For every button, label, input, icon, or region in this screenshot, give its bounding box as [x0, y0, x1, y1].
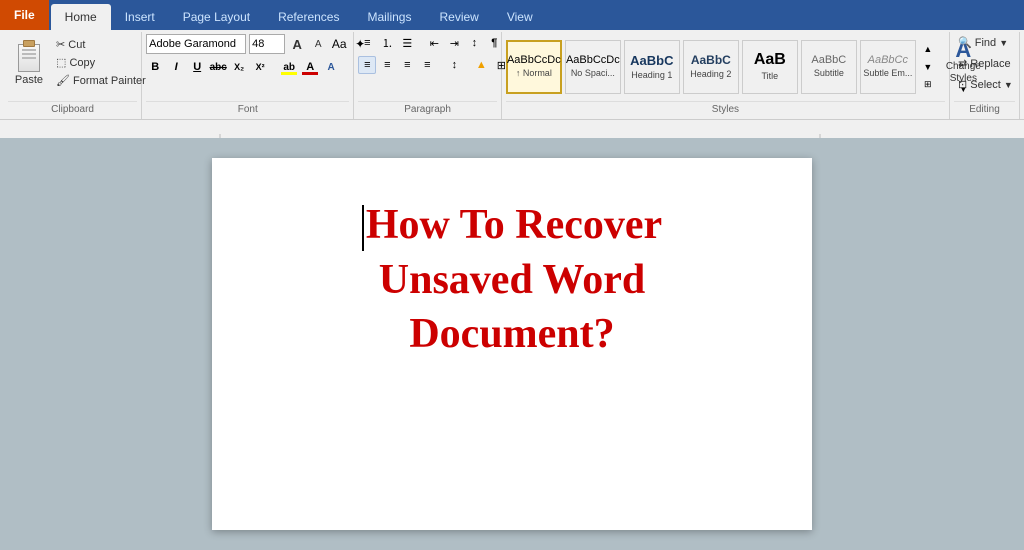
align-center-button[interactable]: ≡ — [378, 56, 396, 74]
underline-button[interactable]: U — [188, 58, 206, 76]
replace-icon: ⇄ — [958, 58, 967, 70]
font-group: A A Aa ✦ B I U abc X₂ X² ab — [142, 32, 354, 119]
style-no-spacing[interactable]: AaBbCcDc No Spaci... — [565, 40, 621, 94]
shading-button[interactable]: ▲ — [472, 56, 490, 74]
style-heading2-label: Heading 2 — [690, 69, 731, 80]
select-button[interactable]: ⊡ Select ▼ — [954, 76, 1017, 93]
styles-scroll-buttons: ▲ ▼ ⊞ — [919, 40, 937, 94]
document-page[interactable]: How To Recover Unsaved Word Document? — [212, 158, 812, 530]
style-no-spacing-label: No Spaci... — [571, 68, 615, 79]
style-subtitle-preview: AaBbC — [811, 54, 846, 66]
replace-button[interactable]: ⇄ Replace — [954, 55, 1015, 72]
change-case-button[interactable]: Aa — [330, 35, 348, 53]
style-title[interactable]: AaB Title — [742, 40, 798, 94]
ribbon: Paste ✂ Cut ⬚ Copy 🖌 Format Painter Clip… — [0, 30, 1024, 120]
subscript-button[interactable]: X₂ — [230, 58, 248, 76]
find-button[interactable]: 🔍 Find ▼ — [954, 34, 1012, 51]
tab-insert[interactable]: Insert — [111, 4, 169, 30]
multilevel-list-button[interactable]: ☰ — [398, 34, 416, 52]
text-effects-button[interactable]: A — [322, 58, 340, 76]
clipboard-group: Paste ✂ Cut ⬚ Copy 🖌 Format Painter Clip… — [4, 32, 142, 119]
styles-scroll-up-button[interactable]: ▲ — [919, 40, 937, 58]
tab-references[interactable]: References — [264, 4, 353, 30]
justify-button[interactable]: ≡ — [418, 56, 436, 74]
style-subtle-em-label: Subtle Em... — [863, 68, 912, 79]
editing-group: 🔍 Find ▼ ⇄ Replace ⊡ Select ▼ Editing — [950, 32, 1020, 119]
style-subtitle-label: Subtitle — [814, 68, 844, 79]
bullets-button[interactable]: ≡ — [358, 34, 376, 52]
tab-file[interactable]: File — [0, 0, 49, 30]
show-hide-button[interactable]: ¶ — [485, 34, 503, 52]
style-normal-label: ↑ Normal — [516, 68, 552, 79]
shrink-font-button[interactable]: A — [309, 35, 327, 53]
copy-button[interactable]: ⬚ Copy — [52, 54, 150, 71]
text-cursor — [362, 205, 364, 251]
find-icon: 🔍 — [958, 37, 972, 49]
style-subtle-em-preview: AaBbCc — [868, 54, 908, 66]
strikethrough-button[interactable]: abc — [209, 58, 227, 76]
style-heading1-label: Heading 1 — [631, 70, 672, 81]
paste-button[interactable]: Paste — [8, 34, 50, 89]
style-normal-preview: AaBbCcDc — [507, 54, 561, 66]
text-highlight-button[interactable]: ab — [280, 58, 298, 76]
decrease-indent-button[interactable]: ⇤ — [425, 34, 443, 52]
font-size-selector[interactable] — [249, 34, 285, 54]
tab-mailings[interactable]: Mailings — [353, 4, 425, 30]
styles-more-button[interactable]: ⊞ — [919, 76, 937, 94]
numbering-button[interactable]: ⒈ — [378, 34, 396, 52]
document-title: How To Recover Unsaved Word Document? — [272, 198, 752, 362]
tab-bar: File Home Insert Page Layout References … — [0, 0, 1024, 30]
line-spacing-button[interactable]: ↕ — [445, 56, 463, 74]
tab-home[interactable]: Home — [51, 4, 111, 30]
style-heading2[interactable]: AaBbC Heading 2 — [683, 40, 739, 94]
increase-indent-button[interactable]: ⇥ — [445, 34, 463, 52]
style-subtle-em[interactable]: AaBbCc Subtle Em... — [860, 40, 916, 94]
styles-gallery: AaBbCcDc ↑ Normal AaBbCcDc No Spaci... A… — [506, 40, 937, 94]
tab-view[interactable]: View — [493, 4, 547, 30]
clipboard-group-label: Clipboard — [8, 101, 137, 117]
style-heading1-preview: AaBbC — [630, 53, 673, 68]
font-color-button[interactable]: A — [301, 58, 319, 76]
style-heading1[interactable]: AaBbC Heading 1 — [624, 40, 680, 94]
cut-button[interactable]: ✂ Cut — [52, 36, 150, 53]
editing-group-label: Editing — [954, 101, 1015, 117]
styles-group-label: Styles — [506, 101, 945, 117]
style-subtitle[interactable]: AaBbC Subtitle — [801, 40, 857, 94]
style-normal[interactable]: AaBbCcDc ↑ Normal — [506, 40, 562, 94]
sort-button[interactable]: ↕ — [465, 34, 483, 52]
font-group-label: Font — [146, 101, 349, 117]
styles-group: AaBbCcDc ↑ Normal AaBbCcDc No Spaci... A… — [502, 32, 950, 119]
tab-page-layout[interactable]: Page Layout — [169, 4, 264, 30]
style-title-label: Title — [761, 71, 778, 82]
document-area: How To Recover Unsaved Word Document? — [0, 138, 1024, 550]
clipboard-small-buttons: ✂ Cut ⬚ Copy 🖌 Format Painter — [52, 34, 150, 89]
italic-button[interactable]: I — [167, 58, 185, 76]
font-name-selector[interactable] — [146, 34, 246, 54]
grow-font-button[interactable]: A — [288, 35, 306, 53]
paragraph-group-label: Paragraph — [358, 101, 496, 117]
paste-label: Paste — [15, 74, 43, 86]
paragraph-group: ≡ ⒈ ☰ ⇤ ⇥ ↕ ¶ ≡ ≡ ≡ ≡ ↕ ▲ — [354, 32, 501, 119]
align-left-button[interactable]: ≡ — [358, 56, 376, 74]
styles-scroll-down-button[interactable]: ▼ — [919, 58, 937, 76]
paste-icon — [13, 37, 45, 73]
select-icon: ⊡ — [958, 79, 967, 91]
style-no-spacing-preview: AaBbCcDc — [566, 54, 620, 66]
align-right-button[interactable]: ≡ — [398, 56, 416, 74]
superscript-button[interactable]: X² — [251, 58, 269, 76]
style-title-preview: AaB — [754, 51, 786, 69]
tab-review[interactable]: Review — [425, 4, 492, 30]
style-heading2-preview: AaBbC — [691, 53, 731, 67]
document-content: How To Recover Unsaved Word Document? — [272, 198, 752, 362]
ruler — [0, 120, 1024, 138]
bold-button[interactable]: B — [146, 58, 164, 76]
format-painter-button[interactable]: 🖌 Format Painter — [52, 72, 150, 89]
